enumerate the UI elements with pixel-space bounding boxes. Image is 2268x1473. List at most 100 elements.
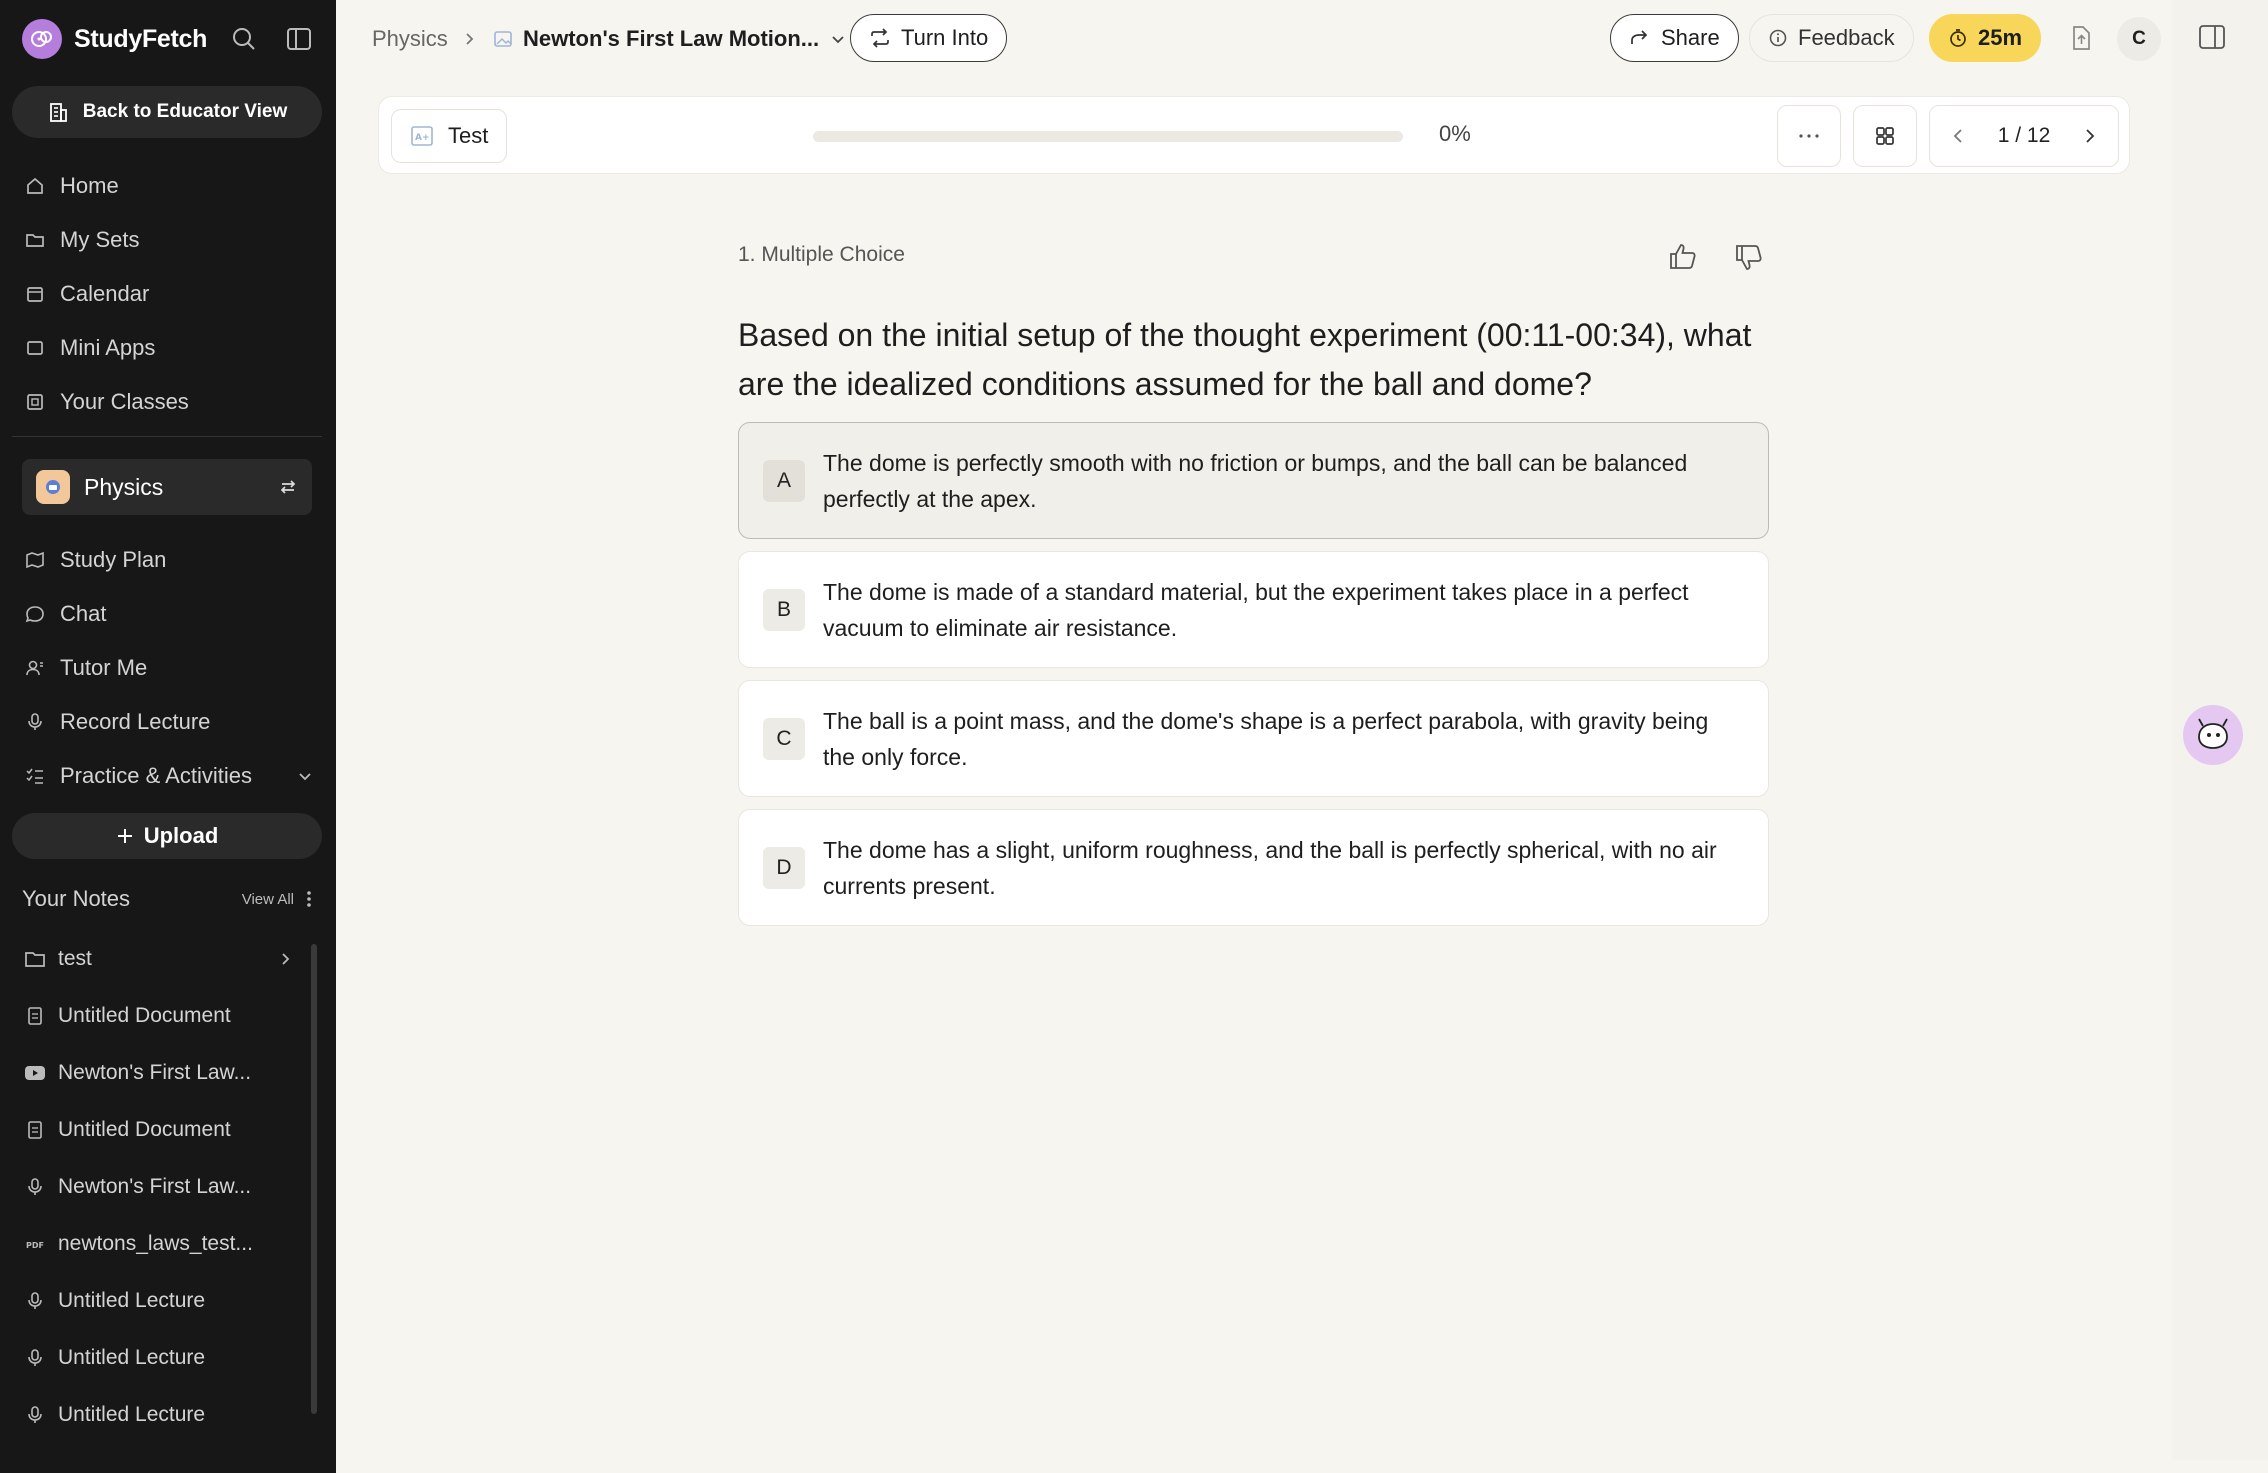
notes-header: Your Notes View All: [22, 882, 312, 916]
svg-text:PDF: PDF: [26, 1241, 44, 1250]
upload-button[interactable]: Upload: [12, 813, 322, 859]
sidebar-toggle-icon[interactable]: [284, 24, 314, 54]
chevron-right-icon[interactable]: [278, 951, 294, 967]
breadcrumb-root[interactable]: Physics: [372, 20, 448, 58]
tutor-icon: [24, 657, 46, 679]
thumbs-up-icon[interactable]: [1668, 242, 1698, 270]
notes-view-all-link[interactable]: View All: [242, 891, 294, 908]
option-letter: A: [763, 459, 805, 502]
chevron-down-icon[interactable]: [296, 767, 314, 785]
notes-scrollbar[interactable]: [311, 944, 317, 1414]
microphone-icon: [24, 1404, 46, 1426]
note-item[interactable]: Newton's First Law...: [24, 1054, 294, 1092]
brand[interactable]: StudyFetch: [22, 18, 207, 60]
more-vertical-icon[interactable]: [306, 890, 312, 908]
document-icon: [24, 1119, 46, 1141]
answer-option-b[interactable]: B The dome is made of a standard materia…: [738, 551, 1769, 668]
document-icon: [24, 1005, 46, 1027]
feedback-button[interactable]: Feedback: [1749, 14, 1914, 62]
right-panel-toggle-icon[interactable]: [2198, 24, 2226, 50]
test-image-icon: A+: [410, 125, 434, 147]
avatar[interactable]: C: [2117, 17, 2161, 61]
note-item-label: Untitled Lecture: [58, 1403, 206, 1426]
export-file-icon[interactable]: [2068, 24, 2094, 52]
question-pager: 1 / 12: [1929, 105, 2119, 167]
note-item[interactable]: Newton's First Law...: [24, 1168, 294, 1206]
nav-record-lecture-label: Record Lecture: [60, 709, 211, 734]
more-options-button[interactable]: [1777, 105, 1841, 167]
breadcrumb-current[interactable]: Newton's First Law Motion...: [493, 20, 847, 58]
nav-mini-apps-label: Mini Apps: [60, 335, 156, 360]
nav-tutor-me[interactable]: Tutor Me: [24, 648, 147, 688]
breadcrumb-current-label: Newton's First Law Motion...: [523, 26, 820, 51]
note-item[interactable]: Untitled Lecture: [24, 1282, 294, 1320]
question-type-label: 1. Multiple Choice: [738, 243, 905, 266]
option-text: The ball is a point mass, and the dome's…: [823, 707, 1709, 770]
home-icon: [24, 175, 46, 197]
option-text: The dome is made of a standard material,…: [823, 578, 1689, 641]
test-progress-bar: [813, 131, 1403, 142]
pager-label: 1 / 12: [1997, 124, 2051, 147]
nav-home-label: Home: [60, 173, 119, 198]
share-icon: [1629, 28, 1651, 48]
app-window-icon: [24, 337, 46, 359]
test-toolbar: A+ Test 0% 1 / 12: [378, 96, 2130, 174]
turn-into-label: Turn Into: [901, 25, 989, 50]
timer-label: 25m: [1978, 25, 2023, 50]
note-item-label: Untitled Document: [58, 1118, 231, 1141]
note-item[interactable]: PDF newtons_laws_test...: [24, 1225, 294, 1263]
image-file-icon: [493, 30, 513, 48]
grid-icon: [1874, 125, 1896, 147]
note-item[interactable]: Untitled Lecture: [24, 1396, 294, 1434]
nav-my-sets[interactable]: My Sets: [24, 220, 139, 260]
nav-chat-label: Chat: [60, 601, 107, 626]
answer-option-c[interactable]: C The ball is a point mass, and the dome…: [738, 680, 1769, 797]
timer-badge[interactable]: 25m: [1929, 14, 2042, 62]
note-item[interactable]: Untitled Document: [24, 997, 294, 1035]
note-item[interactable]: Untitled Lecture: [24, 1339, 294, 1377]
option-letter: C: [763, 717, 805, 760]
info-icon: [1768, 28, 1788, 48]
class-selector[interactable]: Physics: [22, 459, 312, 515]
option-letter: D: [763, 846, 805, 889]
search-icon[interactable]: [229, 24, 259, 54]
nav-practice-activities[interactable]: Practice & Activities: [24, 756, 314, 796]
grid-view-button[interactable]: [1853, 105, 1917, 167]
nav-chat[interactable]: Chat: [24, 594, 106, 634]
nav-study-plan[interactable]: Study Plan: [24, 540, 166, 580]
note-item-label: newtons_laws_test...: [58, 1232, 253, 1255]
nav-your-classes[interactable]: Your Classes: [24, 382, 189, 422]
nav-my-sets-label: My Sets: [60, 227, 140, 252]
ai-assistant-mascot-icon[interactable]: [2183, 705, 2243, 765]
next-question-icon[interactable]: [2082, 127, 2098, 145]
note-item[interactable]: test: [24, 940, 294, 978]
previous-question-icon[interactable]: [1950, 127, 1966, 145]
nav-mini-apps[interactable]: Mini Apps: [24, 328, 155, 368]
thumbs-down-icon[interactable]: [1734, 244, 1764, 272]
svg-text:A+: A+: [415, 133, 430, 143]
class-name: Physics: [84, 473, 164, 500]
convert-arrows-icon: [869, 28, 891, 48]
answer-option-d[interactable]: D The dome has a slight, uniform roughne…: [738, 809, 1769, 926]
folders-icon: [24, 229, 46, 251]
pdf-icon: PDF: [24, 1233, 46, 1255]
nav-calendar[interactable]: Calendar: [24, 274, 149, 314]
share-button[interactable]: Share: [1610, 14, 1739, 62]
microphone-icon: [24, 1290, 46, 1312]
note-item[interactable]: Untitled Document: [24, 1111, 294, 1149]
notes-title: Your Notes: [22, 886, 131, 911]
building-icon: [47, 101, 69, 123]
studyfetch-logo-icon: [22, 19, 62, 59]
nav-calendar-label: Calendar: [60, 281, 150, 306]
note-item-label: Untitled Document: [58, 1004, 231, 1027]
nav-home[interactable]: Home: [24, 166, 119, 206]
note-item-label: Untitled Lecture: [58, 1346, 206, 1369]
switch-arrows-icon[interactable]: [278, 477, 298, 497]
back-to-educator-button[interactable]: Back to Educator View: [12, 86, 322, 138]
turn-into-button[interactable]: Turn Into: [850, 14, 1008, 62]
answer-option-a[interactable]: A The dome is perfectly smooth with no f…: [738, 422, 1769, 539]
test-mode-chip[interactable]: A+ Test: [391, 109, 508, 163]
chat-bubble-icon: [24, 603, 46, 625]
sidebar-divider: [12, 436, 322, 437]
nav-record-lecture[interactable]: Record Lecture: [24, 702, 210, 742]
